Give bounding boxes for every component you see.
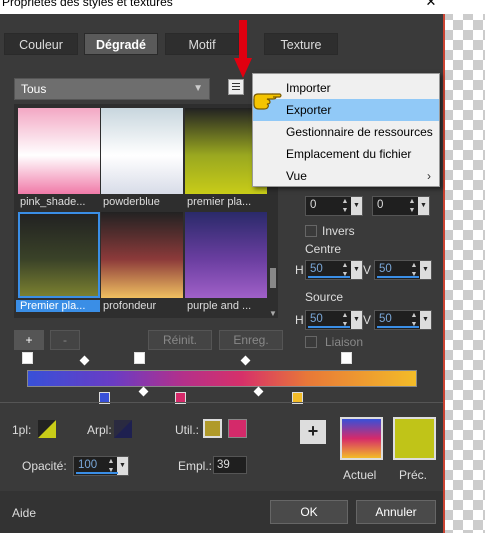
invers-label: Invers — [322, 224, 355, 238]
window-title: Propriétés des styles et textures — [2, 0, 173, 9]
remove-gradient-button[interactable]: - — [50, 330, 80, 350]
gradient-stop-top[interactable] — [22, 352, 33, 364]
source-h-label: H — [295, 313, 304, 327]
add-gradient-button[interactable]: + — [14, 330, 44, 350]
source-v-value: 50 — [379, 313, 392, 325]
empl-field[interactable]: 39 — [213, 456, 247, 474]
styles-textures-dialog: Propriétés des styles et textures ✕ Coul… — [0, 0, 485, 533]
source-v-label: V — [363, 313, 372, 327]
chevron-down-icon[interactable]: ▼ — [420, 261, 431, 279]
close-icon[interactable]: ✕ — [420, 0, 442, 12]
midpoint-marker[interactable] — [138, 386, 149, 397]
chevron-down-icon[interactable]: ▼ — [351, 197, 362, 215]
menu-item-file-location[interactable]: Emplacement du fichier — [253, 143, 439, 165]
arpl-label: Arpl: — [87, 423, 112, 437]
reset-button[interactable]: Réinit. — [148, 330, 212, 350]
previous-color-swatch[interactable] — [393, 417, 436, 460]
midpoint-marker[interactable] — [240, 355, 251, 366]
centre-h-spin[interactable]: 50 ▲ ▼ ▼ — [305, 260, 363, 280]
add-swatch-button[interactable]: + — [300, 420, 326, 444]
gradient-thumbnail-label: powderblue — [103, 196, 160, 208]
chevron-down-icon[interactable]: ▼ — [117, 457, 128, 475]
category-value: Tous — [21, 82, 47, 96]
tab-degrade[interactable]: Dégradé — [84, 33, 158, 55]
centre-h-label: H — [295, 263, 304, 277]
gradient-thumbnail-label: Premier pla... — [16, 300, 100, 312]
gradient-thumbnail[interactable] — [101, 108, 183, 194]
gradient-stop-top[interactable] — [134, 352, 145, 364]
liaison-label: Liaison — [325, 335, 364, 349]
menu-item-vue-label: Vue — [286, 169, 307, 183]
spin-updown-icon[interactable]: ▲ ▼ — [407, 197, 417, 215]
scroll-down-icon[interactable]: ▼ — [268, 310, 278, 318]
angle-a-value: 0 — [310, 199, 317, 211]
angle-b-spin[interactable]: 0 ▲ ▼ ▼ — [372, 196, 430, 216]
help-link[interactable]: Aide — [12, 506, 36, 520]
opacity-label: Opacité: — [22, 459, 67, 473]
empl-label: Empl.: — [178, 459, 213, 473]
gradient-thumbnail-label: profondeur — [103, 300, 157, 312]
gradient-thumbnail-label: premier pla... — [187, 196, 252, 208]
centre-h-value: 50 — [310, 263, 323, 275]
cancel-button[interactable]: Annuler — [356, 500, 436, 524]
chevron-down-icon[interactable]: ▼ — [418, 197, 429, 215]
source-label: Source — [305, 290, 344, 304]
gradient-thumbnail-label: pink_shade... — [20, 196, 86, 208]
spin-updown-icon[interactable]: ▲ ▼ — [340, 197, 350, 215]
prec-label: Préc. — [399, 468, 428, 482]
title-bar: Propriétés des styles et textures ✕ — [0, 0, 485, 14]
gradient-thumbnail[interactable] — [185, 212, 267, 298]
chevron-down-icon[interactable]: ▼ — [351, 311, 362, 329]
source-v-spin[interactable]: 50 ▲ ▼ ▼ — [374, 310, 432, 330]
current-gradient-swatch[interactable] — [340, 417, 383, 460]
red-arrow-icon — [234, 20, 252, 78]
canvas-background — [443, 0, 485, 533]
gradient-thumbnail[interactable] — [18, 212, 100, 298]
gradient-stop-top[interactable] — [341, 352, 352, 364]
category-select[interactable]: Tous ▼ — [14, 78, 210, 100]
ok-button[interactable]: OK — [270, 500, 348, 524]
gradient-thumbnail[interactable] — [101, 212, 183, 298]
gradient-thumbnail-label: purple and ... — [187, 300, 252, 312]
fg-gradient-swatch[interactable] — [38, 420, 56, 438]
preset-menu-icon[interactable] — [228, 79, 244, 95]
util-color-2[interactable] — [228, 419, 247, 438]
opacity-value: 100 — [78, 459, 98, 471]
tab-couleur[interactable]: Couleur — [4, 33, 78, 55]
menu-item-resource-manager[interactable]: Gestionnaire de ressources — [253, 121, 439, 143]
gradient-bar[interactable] — [27, 370, 417, 387]
source-h-value: 50 — [310, 313, 323, 325]
midpoint-marker[interactable] — [253, 386, 264, 397]
centre-v-value: 50 — [379, 263, 392, 275]
actuel-label: Actuel — [343, 468, 377, 482]
fg-label: 1pl: — [12, 423, 32, 437]
util-color-1[interactable] — [203, 419, 222, 438]
source-h-spin[interactable]: 50 ▲ ▼ ▼ — [305, 310, 363, 330]
pointing-hand-icon — [253, 93, 282, 110]
chevron-down-icon: ▼ — [193, 83, 203, 94]
centre-v-label: V — [363, 263, 372, 277]
liaison-checkbox[interactable] — [305, 336, 317, 348]
util-label: Util.: — [175, 423, 199, 437]
angle-b-value: 0 — [377, 199, 384, 211]
centre-label: Centre — [305, 242, 342, 256]
centre-v-spin[interactable]: 50 ▲ ▼ ▼ — [374, 260, 432, 280]
gradient-thumbnail[interactable] — [18, 108, 100, 194]
chevron-down-icon[interactable]: ▼ — [351, 261, 362, 279]
submenu-arrow-icon: › — [427, 169, 431, 183]
menu-item-vue[interactable]: Vue › — [253, 165, 439, 187]
scrollbar-thumb[interactable] — [270, 268, 276, 288]
bg-gradient-swatch[interactable] — [114, 420, 132, 438]
midpoint-marker[interactable] — [79, 355, 90, 366]
opacity-spin[interactable]: 100 ▲ ▼ ▼ — [73, 456, 129, 476]
tab-texture[interactable]: Texture — [264, 33, 338, 55]
save-button[interactable]: Enreg. — [219, 330, 283, 350]
angle-a-spin[interactable]: 0 ▲ ▼ ▼ — [305, 196, 363, 216]
chevron-down-icon[interactable]: ▼ — [420, 311, 431, 329]
invers-checkbox[interactable] — [305, 225, 317, 237]
tab-motif[interactable]: Motif — [165, 33, 239, 55]
